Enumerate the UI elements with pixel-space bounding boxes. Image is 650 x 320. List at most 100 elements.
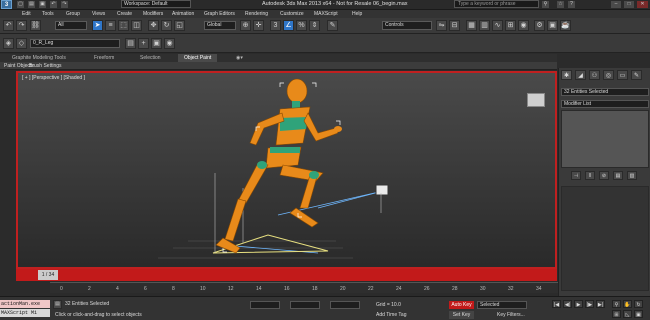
redo-quick-icon[interactable]: ↷ [60, 0, 69, 9]
rotate-icon[interactable]: ↻ [161, 20, 172, 31]
viewcube-icon[interactable] [527, 93, 545, 107]
display-icon[interactable]: ▭ [617, 70, 628, 80]
pivot-center-icon[interactable]: ⊕ [240, 20, 251, 31]
make-unique-icon[interactable]: ⊘ [599, 171, 609, 180]
menu-group[interactable]: Group [66, 10, 80, 18]
selection-filter-dropdown[interactable]: All [55, 21, 87, 30]
add-to-layer-icon[interactable]: + [138, 38, 149, 49]
star-icon[interactable]: ☆ [556, 0, 565, 9]
menu-rendering[interactable]: Rendering [245, 10, 268, 18]
time-slider[interactable]: 1 / 34 [16, 269, 557, 281]
runner-character[interactable] [215, 78, 342, 254]
layer-dropdown[interactable]: 0_R_Leg [30, 39, 120, 48]
maxscript-mini-listener[interactable]: MAXScript Mi [0, 309, 50, 317]
menu-views[interactable]: Views [92, 10, 105, 18]
menu-graph-editors[interactable]: Graph Editors [204, 10, 235, 18]
spinner-snap-icon[interactable]: ⇕ [309, 20, 320, 31]
redo-icon[interactable]: ↷ [16, 20, 27, 31]
modify-icon[interactable]: ◢ [575, 70, 586, 80]
auto-key-button[interactable]: Auto Key [449, 301, 474, 309]
y-coordinate-field[interactable] [290, 301, 320, 309]
select-by-name-icon[interactable]: ≡ [105, 20, 116, 31]
pan-icon[interactable]: ✋ [623, 300, 632, 308]
menu-animation[interactable]: Animation [172, 10, 194, 18]
menu-modifiers[interactable]: Modifiers [143, 10, 163, 18]
tab-object-paint[interactable]: Object Paint [178, 54, 218, 62]
menu-help[interactable]: Help [352, 10, 362, 18]
object-name-field[interactable]: 32 Entities Selected [561, 88, 649, 96]
layer-visibility-icon[interactable]: ◇ [16, 38, 27, 49]
add-time-tag[interactable]: Add Time Tag [376, 311, 406, 319]
fov-icon[interactable]: ◺ [623, 310, 632, 318]
z-coordinate-field[interactable] [330, 301, 360, 309]
search-input[interactable]: Type a keyword or phrase [454, 0, 539, 8]
percent-snap-icon[interactable]: % [296, 20, 307, 31]
mirror-icon[interactable]: ⇋ [436, 20, 447, 31]
render-icon[interactable]: ☕ [560, 20, 571, 31]
app-logo-icon[interactable]: 3 [1, 0, 12, 9]
zoom-extents-icon[interactable]: ⊞ [612, 310, 621, 318]
align-icon[interactable]: ⊟ [449, 20, 460, 31]
workspace-dropdown[interactable]: Workspace: Default [121, 0, 191, 8]
new-layer-icon[interactable]: ▤ [125, 38, 136, 49]
set-key-button[interactable]: Set Key [449, 311, 474, 319]
ik-target-icon[interactable] [375, 184, 389, 196]
time-slider-thumb[interactable]: 1 / 34 [38, 270, 58, 280]
select-region-icon[interactable]: ⬚ [118, 20, 129, 31]
move-icon[interactable]: ✥ [148, 20, 159, 31]
layer-icon[interactable]: ◈ [3, 38, 14, 49]
key-mode-dropdown[interactable]: Selected [477, 301, 527, 309]
perspective-viewport[interactable]: [ + ] [Perspective ] [Shaded ] [16, 71, 557, 269]
edit-named-selection-icon[interactable]: ✎ [327, 20, 338, 31]
graphite-toggle-icon[interactable]: ▥ [479, 20, 490, 31]
render-setup-icon[interactable]: ⚙ [534, 20, 545, 31]
hierarchy-icon[interactable]: ⚇ [589, 70, 600, 80]
orbit-icon[interactable]: ↻ [634, 300, 643, 308]
menu-create[interactable]: Create [117, 10, 132, 18]
open-file-icon[interactable]: ▤ [27, 0, 36, 9]
angle-snap-icon[interactable]: ∠ [283, 20, 294, 31]
create-icon[interactable]: ✱ [561, 70, 572, 80]
window-crossing-icon[interactable]: ◫ [131, 20, 142, 31]
save-file-icon[interactable]: ▣ [38, 0, 47, 9]
ribbon-options-icon[interactable]: ◉▾ [236, 54, 243, 62]
remove-modifier-icon[interactable]: ▤ [613, 171, 623, 180]
brush-settings-label[interactable]: Brush Settings [29, 62, 62, 70]
tab-selection[interactable]: Selection [140, 54, 161, 62]
next-frame-icon[interactable]: |▶ [585, 300, 594, 308]
layer-manager-icon[interactable]: ▦ [466, 20, 477, 31]
undo-icon[interactable]: ↶ [3, 20, 14, 31]
menu-tools[interactable]: Tools [42, 10, 54, 18]
configure-modifier-sets-icon[interactable]: ▥ [627, 171, 637, 180]
modifier-list-dropdown[interactable]: Modifier List [561, 100, 649, 108]
maximize-viewport-icon[interactable]: ▣ [634, 310, 643, 318]
goto-start-icon[interactable]: |◀ [552, 300, 561, 308]
named-selection-dropdown[interactable]: Controls [382, 21, 432, 30]
search-icon[interactable]: ⚲ [541, 0, 550, 9]
key-filters-button[interactable]: Key Filters... [497, 311, 525, 319]
tab-freeform[interactable]: Freeform [94, 54, 114, 62]
select-manipulate-icon[interactable]: ✛ [253, 20, 264, 31]
x-coordinate-field[interactable] [250, 301, 280, 309]
minimize-icon[interactable]: – [610, 0, 622, 9]
maximize-icon[interactable]: □ [623, 0, 635, 9]
menu-maxscript[interactable]: MAXScript [314, 10, 338, 18]
new-scene-icon[interactable]: ▢ [16, 0, 25, 9]
select-object-icon[interactable]: ➤ [92, 20, 103, 31]
utilities-icon[interactable]: ✎ [631, 70, 642, 80]
prev-frame-icon[interactable]: ◀| [563, 300, 572, 308]
tab-graphite-modeling[interactable]: Graphite Modeling Tools [12, 54, 66, 62]
select-in-layer-icon[interactable]: ▣ [151, 38, 162, 49]
schematic-view-icon[interactable]: ⊞ [505, 20, 516, 31]
undo-quick-icon[interactable]: ↶ [49, 0, 58, 9]
link-icon[interactable]: ⛓ [30, 20, 41, 31]
reference-coord-dropdown[interactable]: Global [204, 21, 236, 30]
menu-edit[interactable]: Edit [22, 10, 31, 18]
menu-customize[interactable]: Customize [280, 10, 304, 18]
help-icon[interactable]: ? [567, 0, 576, 9]
close-icon[interactable]: ✕ [636, 0, 649, 9]
set-current-layer-icon[interactable]: ◉ [164, 38, 175, 49]
modifier-stack[interactable] [561, 110, 649, 168]
rendered-frame-icon[interactable]: ▣ [547, 20, 558, 31]
snap-toggle-icon[interactable]: 3 [270, 20, 281, 31]
